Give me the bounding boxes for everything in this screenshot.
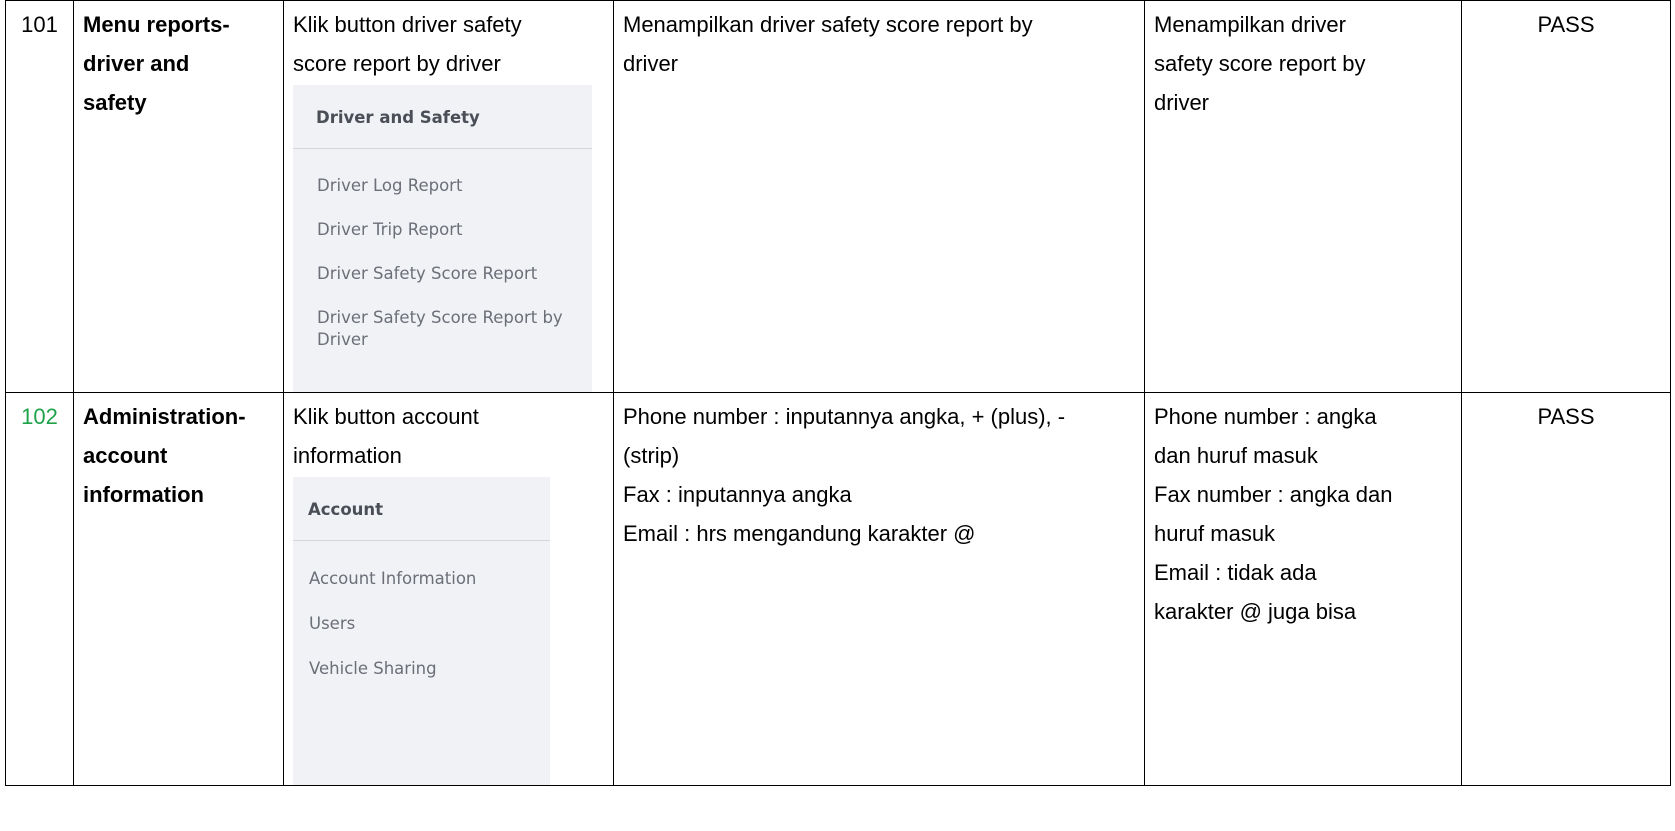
feature-text: account	[83, 443, 168, 468]
status-text: PASS	[1537, 12, 1595, 37]
row-number: 102	[21, 404, 58, 429]
feature-text: information	[83, 482, 204, 507]
expected-text: Fax : inputannya angka	[623, 482, 852, 507]
actual-text: dan huruf masuk	[1154, 443, 1318, 468]
status-text: PASS	[1537, 404, 1595, 429]
expected-result-cell: Menampilkan driver safety score report b…	[613, 0, 1145, 393]
menu-title: Driver and Safety	[293, 85, 592, 149]
menu-item-driver-log-report: Driver Log Report	[317, 176, 463, 195]
menu-item-driver-trip-report: Driver Trip Report	[317, 220, 463, 239]
menu-item-users: Users	[309, 614, 356, 633]
menu-item-vehicle-sharing: Vehicle Sharing	[309, 659, 437, 678]
feature-cell: Menu reports- driver and safety	[73, 0, 284, 393]
feature-text: driver and	[83, 51, 190, 76]
feature-text: Administration-	[83, 404, 246, 429]
actual-text: Fax number : angka dan	[1154, 482, 1393, 507]
actual-text: Email : tidak ada	[1154, 560, 1317, 585]
table-row: 101 Menu reports- driver and safety Klik…	[5, 0, 1671, 393]
row-number: 101	[21, 12, 58, 37]
actual-text: Phone number : angka	[1154, 404, 1377, 429]
step-text: Klik button driver safety	[293, 12, 522, 37]
actual-text: karakter @ juga bisa	[1154, 599, 1357, 624]
steps-cell: Klik button driver safety score report b…	[283, 0, 614, 393]
step-text: score report by driver	[293, 51, 501, 76]
expected-text: driver	[623, 51, 679, 76]
actual-text: driver	[1154, 90, 1210, 115]
menu-item-account-information: Account Information	[309, 569, 477, 588]
menu-list: Driver Log Report Driver Trip Report Dri…	[293, 149, 592, 386]
row-number-cell: 102	[5, 392, 74, 786]
step-text: information	[293, 443, 402, 468]
expected-text: Menampilkan driver safety score report b…	[623, 12, 1033, 37]
expected-text: Phone number : inputannya angka, + (plus…	[623, 404, 1066, 429]
table-row: 102 Administration- account information …	[5, 392, 1671, 786]
menu-title: Account	[293, 477, 550, 541]
test-case-table: 101 Menu reports- driver and safety Klik…	[5, 0, 1671, 786]
expected-text: (strip)	[623, 443, 680, 468]
feature-text: safety	[83, 90, 147, 115]
steps-cell: Klik button account information Account …	[283, 392, 614, 786]
expected-result-cell: Phone number : inputannya angka, + (plus…	[613, 392, 1145, 786]
expected-text: Email : hrs mengandung karakter @	[623, 521, 976, 546]
feature-text: Menu reports-	[83, 12, 230, 37]
step-text: Klik button account	[293, 404, 479, 429]
actual-result-cell: Menampilkan driver safety score report b…	[1144, 0, 1462, 393]
actual-result-cell: Phone number : angka dan huruf masuk Fax…	[1144, 392, 1462, 786]
actual-text: Menampilkan driver	[1154, 12, 1346, 37]
feature-cell: Administration- account information	[73, 392, 284, 786]
menu-item-driver-safety-score-report-by-driver: Driver Safety Score Report by Driver	[317, 308, 563, 349]
actual-text: huruf masuk	[1154, 521, 1276, 546]
menu-screenshot: Driver and Safety Driver Log Report Driv…	[293, 85, 592, 392]
actual-text: safety score report by	[1154, 51, 1366, 76]
status-cell: PASS	[1461, 0, 1671, 393]
menu-list: Account Information Users Vehicle Sharin…	[293, 541, 550, 715]
menu-screenshot: Account Account Information Users Vehicl…	[293, 477, 550, 785]
row-number-cell: 101	[5, 0, 74, 393]
status-cell: PASS	[1461, 392, 1671, 786]
menu-item-driver-safety-score-report: Driver Safety Score Report	[317, 264, 538, 283]
